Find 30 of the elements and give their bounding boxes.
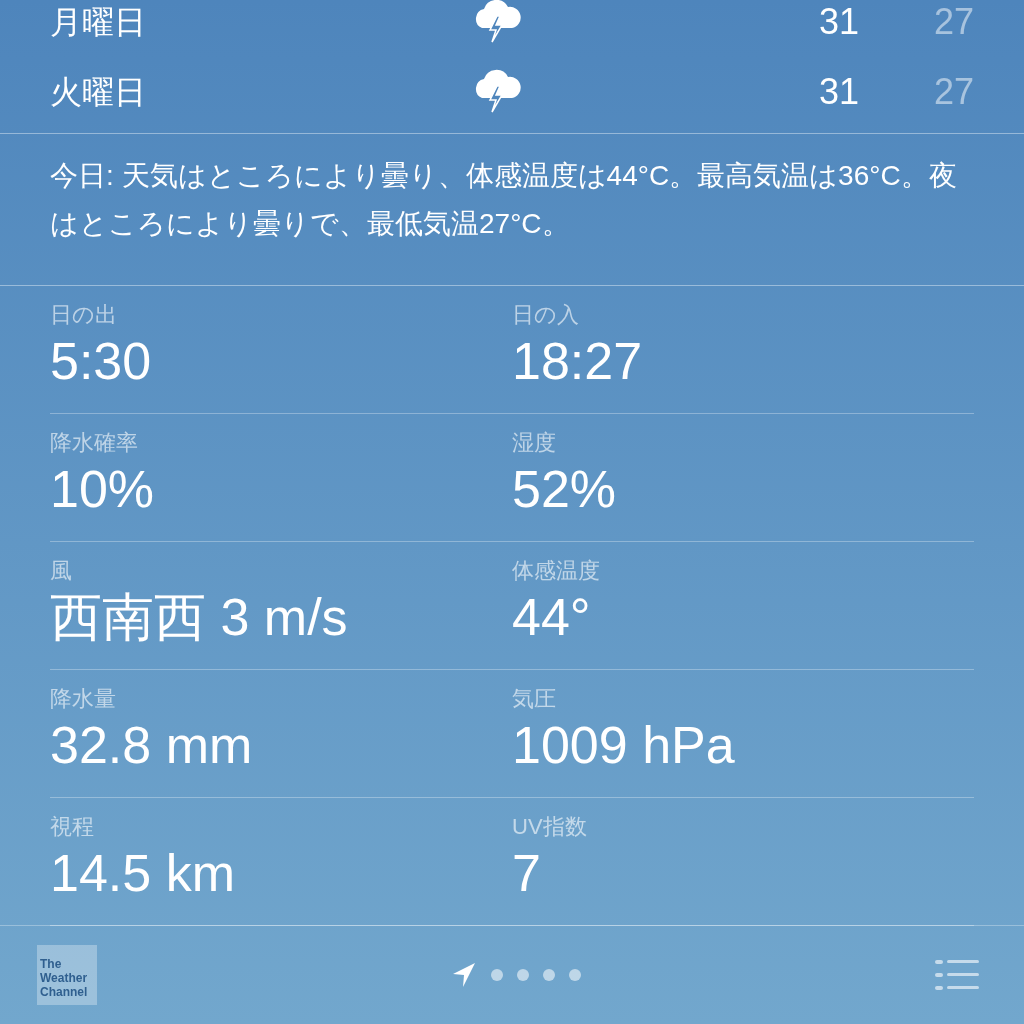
day-name: 火曜日 bbox=[50, 73, 147, 112]
detail-value: 52% bbox=[512, 459, 618, 520]
detail-label: 風 bbox=[50, 557, 73, 585]
location-arrow-icon[interactable] bbox=[451, 961, 477, 989]
detail-label: 気圧 bbox=[512, 685, 557, 713]
detail-label: 体感温度 bbox=[512, 557, 601, 585]
weather-channel-logo: The Weather Channel bbox=[40, 957, 89, 999]
detail-label: 日の出 bbox=[50, 301, 118, 329]
detail-value: 1009 hPa bbox=[512, 715, 736, 776]
detail-value: 7 bbox=[512, 843, 542, 904]
detail-value: 10% bbox=[50, 459, 156, 520]
detail-value: 18:27 bbox=[512, 331, 644, 392]
list-icon[interactable] bbox=[935, 959, 979, 991]
detail-value: 14.5 km bbox=[50, 843, 236, 904]
detail-value: 44° bbox=[512, 587, 592, 648]
low-temperature: 27 bbox=[932, 0, 974, 44]
high-temperature: 31 bbox=[817, 70, 859, 114]
detail-value: 西南西 3 m/s bbox=[50, 587, 349, 648]
high-temperature: 31 bbox=[817, 0, 859, 44]
detail-label: 日の入 bbox=[512, 301, 580, 329]
day-name: 月曜日 bbox=[50, 3, 147, 42]
low-temperature: 27 bbox=[932, 70, 974, 114]
weather-summary: 今日: 天気はところにより曇り、体感温度は44°C。最高気温は36°C。夜はところにより曇りで、最低気温27°C。 bbox=[50, 159, 958, 241]
detail-label: 湿度 bbox=[512, 429, 557, 457]
detail-label: 降水確率 bbox=[50, 429, 139, 457]
detail-label: UV指数 bbox=[512, 813, 588, 841]
detail-label: 降水量 bbox=[50, 685, 117, 713]
detail-label: 視程 bbox=[50, 813, 95, 841]
detail-value: 32.8 mm bbox=[50, 715, 254, 776]
detail-value: 5:30 bbox=[50, 331, 153, 392]
